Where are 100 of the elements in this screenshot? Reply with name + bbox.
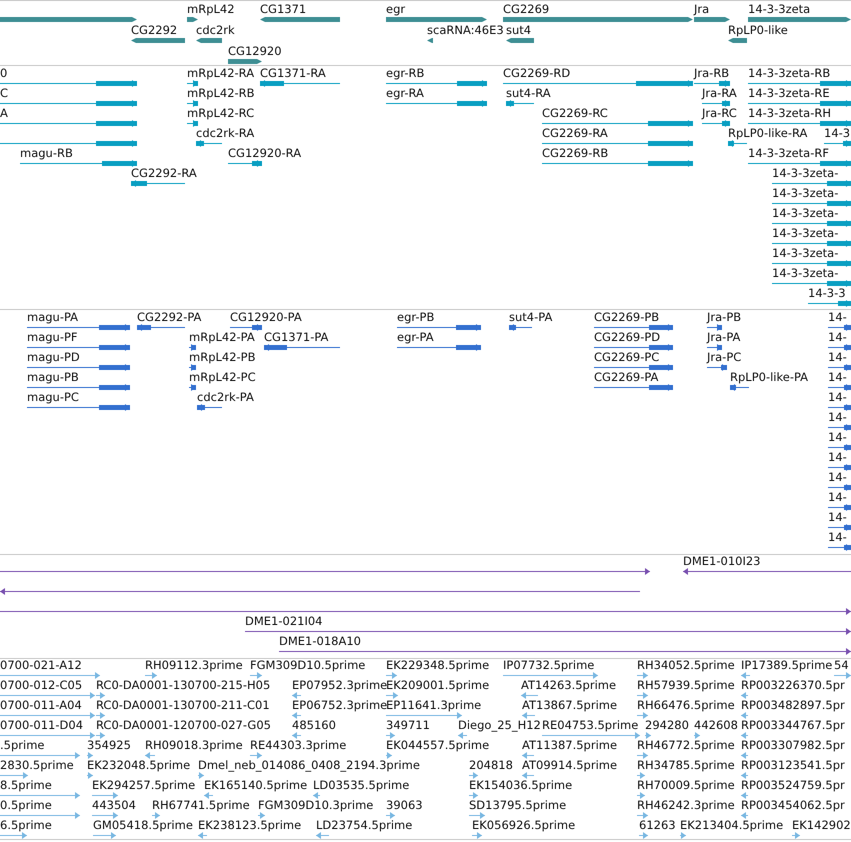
feature-label: EK213404.5prime <box>680 819 784 832</box>
feature-label: magu-PF <box>27 331 79 344</box>
feature-label: 14-3-3zeta-RF <box>748 147 830 160</box>
feature-label: 14- <box>828 511 848 524</box>
feature-label: sut4-RA <box>506 87 551 100</box>
feature-label: 61263 <box>639 819 676 832</box>
feature-label: 14-3-3zeta- <box>772 267 840 280</box>
feature-label: RH09018.3prime <box>145 739 243 752</box>
feature-label: egr-PA <box>397 331 435 344</box>
feature-label: DME1-010I23 <box>683 555 762 568</box>
feature-label: CG2269-RD <box>503 67 572 80</box>
feature-label: EK044557.5prime <box>386 739 490 752</box>
feature-label: CG12920 <box>228 45 282 58</box>
feature-label: FGM309D10.5prime <box>250 659 366 672</box>
feature-label: 0.5prime <box>0 799 53 812</box>
feature-label: EK209001.5prime <box>386 679 490 692</box>
feature-label: CG2269-PC <box>594 351 660 364</box>
feature-label: CG2292-RA <box>131 167 197 180</box>
feature-label: AT11387.5prime <box>522 739 618 752</box>
feature-label: RC0-DA0001-130700-211-C01 <box>96 699 270 712</box>
feature-label: RpLP0-like-RA <box>728 127 808 140</box>
feature-label: mRpL42-RC <box>187 107 254 120</box>
feature-label: sut4-PA <box>509 311 552 324</box>
feature-label: 14-3-3zeta-RB <box>748 67 832 80</box>
feature-label: 14-3-3zeta- <box>772 227 840 240</box>
feature-label: CG12920-PA <box>230 311 302 324</box>
feature-label: CG2292-PA <box>137 311 202 324</box>
feature-label: magu-PB <box>27 371 80 384</box>
feature-label: LD03535.5prime <box>313 779 410 792</box>
feature-label: 485160 <box>292 719 336 732</box>
feature-label: 14- <box>828 471 848 484</box>
feature-label: CG1371-RA <box>260 67 327 80</box>
feature-label: CG2269-RB <box>542 147 610 160</box>
feature-label: EP11641.3prime <box>386 699 482 712</box>
feature-label: RH46242.3prime <box>637 799 735 812</box>
feature-label: EP06752.3prime <box>292 699 388 712</box>
feature-label: 14-3-3zeta- <box>772 167 840 180</box>
feature-label: 14- <box>828 311 848 324</box>
feature-label: .5prime <box>0 739 46 752</box>
feature-label: 0700-011-D04 <box>0 719 84 732</box>
feature-label: RpLP0-like-PA <box>730 371 808 384</box>
feature-label: CG12920-RA <box>228 147 302 160</box>
feature-label: 349711 <box>386 719 430 732</box>
feature-label: RP003123541.5pr <box>741 759 845 772</box>
feature-label: 14- <box>828 491 848 504</box>
feature-label: RE44303.3prime <box>250 739 346 752</box>
feature-label: mRpL42-PA <box>189 331 255 344</box>
feature-label: FGM309D10.3prime <box>258 799 374 812</box>
feature-label: 354925 <box>87 739 131 752</box>
feature-label: 14-3 <box>824 127 851 140</box>
feature-label: magu-PA <box>27 311 80 324</box>
feature-label: 14- <box>828 371 848 384</box>
feature-label: 14-3-3zeta- <box>772 247 840 260</box>
feature-label: Jra-PC <box>707 351 742 364</box>
feature-label: 2830.5prime <box>0 759 74 772</box>
feature-label: Jra-PA <box>707 331 740 344</box>
feature-label: magu-PD <box>27 351 81 364</box>
feature-label: RH34052.5prime <box>637 659 735 672</box>
feature-label: 14- <box>828 391 848 404</box>
feature-label: AT13867.5prime <box>522 699 618 712</box>
feature-label: EP07952.3prime <box>292 679 388 692</box>
feature-label: LD23754.5prime <box>316 819 412 832</box>
feature-label: 0700-011-A04 <box>0 699 83 712</box>
feature-label: CG2269-PA <box>594 371 660 384</box>
feature-label: magu-PC <box>27 391 80 404</box>
feature-label: Dmel_neb_014086_0408_2194.3prime <box>198 759 420 772</box>
feature-label: egr-PB <box>397 311 436 324</box>
feature-label: RP003226370.5pr <box>741 679 845 692</box>
feature-label: 14- <box>828 531 848 544</box>
feature-label: egr <box>386 3 406 16</box>
feature-label: EK238123.5prime <box>198 819 302 832</box>
feature-label: CG1371-PA <box>264 331 330 344</box>
feature-label: RH34785.5prime <box>637 759 735 772</box>
feature-label: GM05418.5prime <box>93 819 193 832</box>
feature-label: RC0-DA0001-130700-215-H05 <box>96 679 270 692</box>
feature-label: 204818 <box>469 759 513 772</box>
feature-label: 14-3-3zeta-RE <box>748 87 831 100</box>
feature-label: RE04753.5prime <box>542 719 640 732</box>
feature-label: SD13795.5prime <box>469 799 566 812</box>
feature-label: DME1-021I04 <box>245 615 324 628</box>
feature-label: mRpL42-RA <box>187 67 254 80</box>
feature-label: 442608 <box>694 719 738 732</box>
feature-label: 6.5prime <box>0 819 52 832</box>
feature-label: IP07732.5prime <box>503 659 596 672</box>
feature-label: IP17389.5prime <box>741 659 832 672</box>
feature-label: cdc2rk-PA <box>197 391 254 404</box>
feature-label: 14- <box>828 431 848 444</box>
feature-label: 14-3-3zeta <box>748 3 812 16</box>
feature-label: 54 <box>834 659 850 672</box>
feature-label: CG1371 <box>260 3 308 16</box>
feature-label: mRpL42 <box>187 3 235 16</box>
feature-label: RP003454062.5pr <box>741 799 845 812</box>
feature-label: EK229348.5prime <box>386 659 490 672</box>
feature-label: RP003344767.5pr <box>741 719 845 732</box>
feature-label: Jra-RA <box>702 87 737 100</box>
feature-label: RC0-DA0001-120700-027-G05 <box>96 719 271 732</box>
feature-label: cdc2rk-RA <box>196 127 254 140</box>
feature-label: Jra-RC <box>702 107 737 120</box>
feature-label: 14- <box>828 351 848 364</box>
feature-label: RH46772.5prime <box>637 739 735 752</box>
